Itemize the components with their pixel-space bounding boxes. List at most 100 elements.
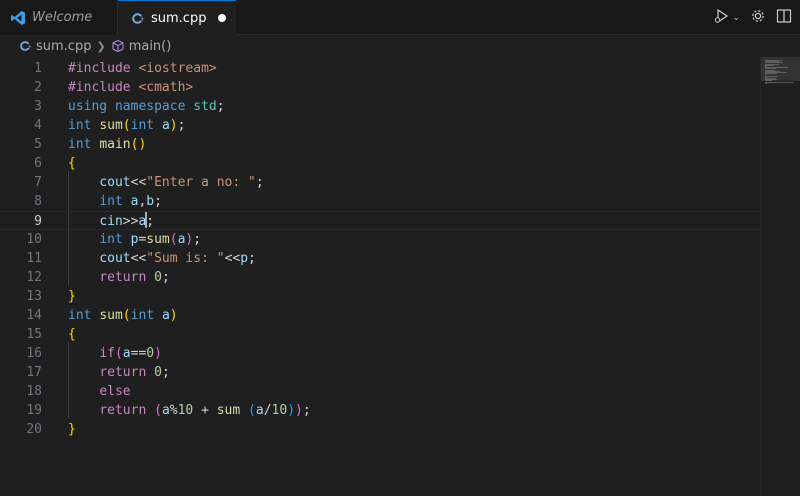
- code-token: using: [68, 99, 108, 114]
- code-line[interactable]: 19 return (a%10 + sum (a/10));: [0, 401, 760, 420]
- code-token: #include: [68, 80, 139, 95]
- code-token: a: [161, 403, 170, 418]
- code-line[interactable]: 11 cout<<"Sum is: "<<p;: [0, 249, 760, 268]
- code-token: a: [161, 308, 170, 323]
- minimap[interactable]: [760, 57, 800, 496]
- settings-button[interactable]: [750, 8, 766, 28]
- line-code: cout<<"Sum is: "<<p;: [68, 249, 256, 268]
- line-number: 4: [34, 118, 42, 133]
- run-debug-button[interactable]: ⌄: [713, 8, 740, 28]
- code-line[interactable]: 7 cout<<"Enter a no: ";: [0, 173, 760, 192]
- line-number: 14: [26, 308, 42, 323]
- tab-welcome[interactable]: Welcome: [0, 0, 118, 35]
- code-line[interactable]: 3 using namespace std;: [0, 97, 760, 116]
- svg-text:+: +: [140, 16, 145, 23]
- code-token: int: [68, 118, 92, 133]
- line-number: 6: [34, 156, 42, 171]
- cpp-file-icon: +: [132, 12, 145, 25]
- code-token: <<: [224, 251, 241, 266]
- code-token: >>: [122, 214, 139, 229]
- code-line[interactable]: 5 int main(): [0, 135, 760, 154]
- code-token: ;: [193, 232, 202, 247]
- code-token: cout: [99, 251, 131, 266]
- code-line[interactable]: 20}: [0, 420, 760, 439]
- code-token: <<: [130, 251, 147, 266]
- code-line[interactable]: 9 cin>>a;: [0, 211, 760, 230]
- code-line[interactable]: 8 int a,b;: [0, 192, 760, 211]
- code-token: sum: [216, 403, 241, 418]
- code-token: main: [99, 137, 131, 152]
- code-line[interactable]: 2 #include <cmath>: [0, 78, 760, 97]
- code-token: (: [248, 403, 256, 418]
- code-editor[interactable]: 1 #include <iostream> 2 #include <cmath> 3 us…: [0, 57, 760, 496]
- code-token: return: [99, 270, 147, 285]
- line-number: 5: [34, 137, 42, 152]
- line-code: #include <cmath>: [68, 78, 193, 97]
- line-code: }: [68, 287, 76, 306]
- code-line[interactable]: 18 else: [0, 382, 760, 401]
- line-code: else: [68, 382, 130, 401]
- line-code: cout<<"Enter a no: ";: [68, 173, 263, 192]
- tab-sum-cpp[interactable]: + sum.cpp: [118, 0, 236, 36]
- line-number: 8: [34, 194, 42, 209]
- code-token: }: [68, 422, 76, 437]
- gear-icon: [750, 8, 766, 28]
- code-token: ): [169, 118, 178, 133]
- line-code: {: [68, 325, 76, 344]
- breadcrumb-file[interactable]: + sum.cpp: [20, 39, 91, 54]
- code-token: ): [169, 308, 178, 323]
- code-line[interactable]: 13}: [0, 287, 760, 306]
- editor-actions: ⌄: [713, 0, 792, 35]
- code-token: int: [68, 137, 92, 152]
- code-line[interactable]: 16 if(a==0): [0, 344, 760, 363]
- code-line[interactable]: 17 return 0;: [0, 363, 760, 382]
- line-code: cin>>a;: [68, 212, 154, 231]
- line-code: int a,b;: [68, 192, 162, 211]
- code-token: return: [99, 403, 147, 418]
- minimap-line: [765, 81, 793, 83]
- code-line[interactable]: 10 int p=sum(a);: [0, 230, 760, 249]
- code-line[interactable]: 12 return 0;: [0, 268, 760, 287]
- code-token: (): [130, 137, 147, 152]
- code-line[interactable]: 1 #include <iostream>: [0, 59, 760, 78]
- line-number: 11: [26, 251, 42, 266]
- line-number: 2: [34, 80, 42, 95]
- code-token: 0: [154, 270, 162, 285]
- breadcrumb-file-label: sum.cpp: [36, 38, 92, 54]
- code-token: }: [68, 289, 76, 304]
- code-token: p: [240, 251, 249, 266]
- line-number: 15: [26, 327, 42, 342]
- code-line[interactable]: 4 int sum(int a);: [0, 116, 760, 135]
- code-line[interactable]: 15 {: [0, 325, 760, 344]
- line-code: return 0;: [68, 363, 169, 382]
- line-number: 3: [34, 99, 42, 114]
- line-code: int sum(int a): [68, 306, 178, 325]
- run-debug-icon: [713, 8, 731, 28]
- code-token: int: [99, 232, 123, 247]
- code-token: ;: [161, 270, 170, 285]
- code-token: %: [169, 403, 178, 418]
- tab-sum-cpp-label: sum.cpp: [151, 11, 207, 26]
- line-code: #include <iostream>: [68, 59, 217, 78]
- code-token: return: [99, 365, 147, 380]
- unsaved-dot-icon[interactable]: [218, 14, 226, 22]
- split-editor-button[interactable]: [776, 8, 792, 28]
- line-code: if(a==0): [68, 344, 162, 363]
- chevron-down-icon: ⌄: [732, 12, 740, 23]
- code-token: if: [99, 346, 115, 361]
- code-token: <<: [130, 175, 147, 190]
- breadcrumb-symbol[interactable]: main(): [111, 39, 171, 54]
- code-line[interactable]: 14 int sum(int a): [0, 306, 760, 325]
- line-code: }: [68, 420, 76, 439]
- code-line[interactable]: 6{: [0, 154, 760, 173]
- code-token: ;: [216, 99, 225, 114]
